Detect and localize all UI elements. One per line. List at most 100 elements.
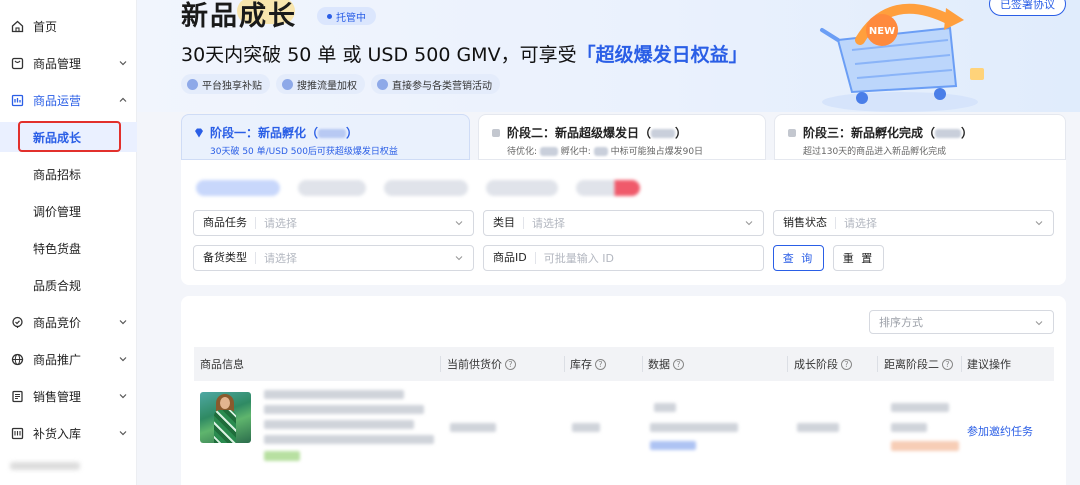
help-icon[interactable]: ? <box>595 358 606 370</box>
check-icon <box>187 78 198 90</box>
product-meta-redacted <box>264 420 414 429</box>
table-row: 参加邀约任务 <box>194 381 1054 485</box>
data-redacted <box>654 403 676 412</box>
agreement-button[interactable]: 已签署协议 <box>989 0 1066 16</box>
sidebar-item-price-adjustment[interactable]: 调价管理 <box>0 196 137 226</box>
column-header-data[interactable]: 数据? <box>648 347 684 381</box>
stage-title: 阶段一：新品孵化（） <box>210 126 359 140</box>
sidebar-item-label: 品质合规 <box>33 278 82 293</box>
document-icon <box>10 389 24 403</box>
headline-text: 30天内突破 50 单 或 USD 500 GMV，可享受 <box>181 44 577 66</box>
sidebar-item-label: 商品运营 <box>33 93 82 108</box>
stage-subtitle: 待优化: 孵化中: 中标可能独占爆发90日 <box>507 147 704 157</box>
globe-icon <box>10 352 24 366</box>
column-header-distance-stage-two[interactable]: 距离阶段二? <box>884 347 953 381</box>
perk-item: 搜推流量加权 <box>276 74 365 94</box>
help-icon[interactable]: ? <box>942 358 953 370</box>
growth-stage-redacted <box>797 423 839 432</box>
status-chip[interactable] <box>486 180 558 196</box>
field-placeholder: 请选择 <box>264 217 297 230</box>
category-select[interactable]: 类目 请选择 <box>483 210 764 236</box>
column-divider <box>440 356 441 372</box>
help-icon[interactable]: ? <box>505 358 516 370</box>
sort-select[interactable]: 排序方式 <box>869 310 1054 334</box>
tab-stage-three[interactable]: 阶段三：新品孵化完成（） 超过130天的商品进入新品孵化完成 <box>774 114 1066 160</box>
query-button[interactable]: 查 询 <box>773 245 824 271</box>
sidebar-item-product-bidding-price[interactable]: 商品竞价 <box>0 307 137 337</box>
sidebar-item-sales-management[interactable]: 销售管理 <box>0 381 137 411</box>
stage-subtitle: 超过130天的商品进入新品孵化完成 <box>803 147 947 157</box>
field-label: 销售状态 <box>774 217 836 229</box>
diamond-icon <box>195 128 203 138</box>
reset-button[interactable]: 重 置 <box>833 245 884 271</box>
sidebar-item-home[interactable]: 首页 <box>0 11 137 41</box>
status-chip[interactable] <box>196 180 280 196</box>
product-meta-redacted <box>264 435 434 444</box>
sidebar-item-label: 商品竞价 <box>33 315 82 330</box>
sidebar-item-product-bidding[interactable]: 商品招标 <box>0 159 137 189</box>
status-chip[interactable] <box>298 180 366 196</box>
column-header-suggested-action: 建议操作 <box>967 358 1011 371</box>
sales-status-select[interactable]: 销售状态 请选择 <box>773 210 1054 236</box>
product-title-redacted <box>264 390 404 399</box>
perk-label: 平台独享补贴 <box>202 80 262 92</box>
sidebar-item-featured-goods[interactable]: 特色货盘 <box>0 233 137 263</box>
field-placeholder: 请选择 <box>264 252 297 265</box>
hosted-badge: 托管中 <box>317 7 376 25</box>
highlight-box <box>18 121 121 152</box>
column-divider <box>642 356 643 372</box>
sidebar-item-label: 首页 <box>33 19 58 34</box>
join-invitation-task-link[interactable]: 参加邀约任务 <box>967 423 1033 439</box>
help-icon[interactable]: ? <box>841 358 852 370</box>
status-chip[interactable] <box>576 180 640 196</box>
perk-item: 直接参与各类营销活动 <box>371 74 500 94</box>
product-task-select[interactable]: 商品任务 请选择 <box>193 210 474 236</box>
shopping-cart-illustration-icon: NEW <box>820 3 984 112</box>
help-icon[interactable]: ? <box>673 358 684 370</box>
check-icon <box>282 78 293 90</box>
page-title: 新品成长 <box>181 1 297 32</box>
headline: 30天内突破 50 单 或 USD 500 GMV，可享受「超级爆发日权益」 <box>181 40 748 67</box>
column-header-supply-price[interactable]: 当前供货价? <box>447 347 516 381</box>
chevron-down-icon <box>119 61 127 66</box>
product-thumbnail[interactable] <box>200 392 251 443</box>
product-title-redacted <box>264 405 424 414</box>
chevron-down-icon <box>119 431 127 436</box>
sidebar-item-restock[interactable]: 补货入库 <box>0 418 137 448</box>
field-placeholder: 可批量输入 ID <box>543 252 614 265</box>
sidebar-item-product-promotion[interactable]: 商品推广 <box>0 344 137 374</box>
sidebar-item-product-operations[interactable]: 商品运营 <box>0 85 137 115</box>
column-header-growth-stage[interactable]: 成长阶段? <box>794 347 852 381</box>
column-header-stock[interactable]: 库存? <box>570 347 606 381</box>
price-tag-icon <box>10 315 24 329</box>
field-label: 备货类型 <box>194 252 256 264</box>
status-chip[interactable] <box>384 180 468 196</box>
stage-title: 阶段三：新品孵化完成（） <box>803 126 974 140</box>
sidebar: 首页 商品管理 商品运营 新品成长 商品招标 调价管理 特色货盘 品质合规 商品… <box>0 0 137 485</box>
sidebar-item-product-management[interactable]: 商品管理 <box>0 48 137 78</box>
tab-stage-one[interactable]: 阶段一：新品孵化（） 30天破 50 单/USD 500后可获超级爆发日权益 <box>181 114 470 160</box>
status-dot-icon <box>327 13 332 19</box>
status-chip-row <box>196 180 640 196</box>
column-divider <box>564 356 565 372</box>
supply-price-redacted <box>450 423 496 432</box>
field-placeholder: 请选择 <box>844 217 877 230</box>
data-link-redacted[interactable] <box>650 441 696 450</box>
tab-stage-two[interactable]: 阶段二：新品超级爆发日（） 待优化: 孵化中: 中标可能独占爆发90日 <box>478 114 766 160</box>
chevron-down-icon <box>455 256 463 261</box>
product-table-panel: 排序方式 商品信息 当前供货价? 库存? 数据? 成长阶段? 距离阶段二? 建议… <box>181 296 1066 485</box>
field-label: 类目 <box>484 217 524 229</box>
sidebar-item-label: 商品管理 <box>33 56 82 71</box>
stock-type-select[interactable]: 备货类型 请选择 <box>193 245 474 271</box>
sidebar-item-quality-compliance[interactable]: 品质合规 <box>0 270 137 300</box>
product-id-input[interactable]: 商品ID 可批量输入 ID <box>483 245 764 271</box>
sidebar-item-cutoff <box>10 462 80 470</box>
sort-placeholder: 排序方式 <box>879 316 923 329</box>
perk-item: 平台独享补贴 <box>181 74 270 94</box>
chevron-down-icon <box>119 394 127 399</box>
sidebar-item-label: 特色货盘 <box>33 241 82 256</box>
sidebar-item-label: 补货入库 <box>33 426 82 441</box>
stage-title: 阶段二：新品超级爆发日（） <box>507 126 688 140</box>
perk-label: 直接参与各类营销活动 <box>392 80 492 92</box>
warehouse-icon <box>10 426 24 440</box>
